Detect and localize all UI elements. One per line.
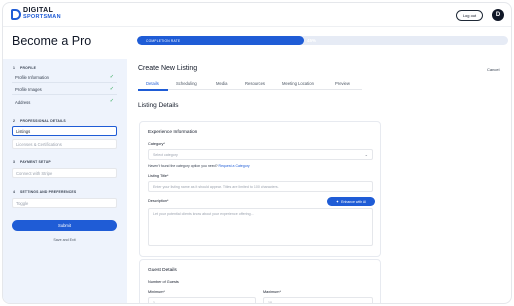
number-of-guests-label: Number of Guests (148, 280, 179, 284)
listing-details-title: Listing Details (138, 102, 179, 109)
logout-button[interactable]: Log out (456, 10, 483, 21)
sidebar: 1 PROFILE Profile Information ✓ Profile I… (3, 59, 127, 303)
section-payment-title: 3 PAYMENT SETUP (13, 160, 51, 164)
progress-label: COMPLETION RATE (146, 38, 181, 43)
main-title: Create New Listing (138, 65, 198, 72)
category-label: Category* (148, 142, 165, 146)
sidebar-item-listings[interactable]: Listings (12, 126, 117, 136)
check-icon: ✓ (109, 74, 114, 80)
sidebar-item-address[interactable]: Address ✓ (12, 97, 117, 107)
avatar[interactable]: D (492, 9, 504, 21)
submit-button[interactable]: Submit (12, 220, 117, 231)
section-professional-title: 2 PROFESSIONAL DETAILS (13, 119, 66, 123)
category-hint: Haven't found the category option you ne… (148, 164, 250, 168)
cancel-link[interactable]: Cancel (487, 67, 499, 72)
section-settings-title: 4 SETTINGS AND PREFERENCES (13, 190, 77, 194)
sparkle-icon: ✦ (335, 199, 340, 204)
enhance-with-ai-button[interactable]: ✦ Enhance with AI (327, 197, 375, 206)
description-textarea[interactable]: Let your potential clients know about yo… (148, 208, 373, 246)
tab-details[interactable]: Details (146, 81, 159, 86)
guest-details-card: Guest Details Number of Guests Minimum* … (139, 259, 381, 303)
maximum-guests-input[interactable]: 10 (263, 297, 373, 303)
sidebar-item-profile-images[interactable]: Profile Images ✓ (12, 85, 117, 95)
logo-mark-icon (11, 8, 21, 20)
description-label: Description* (148, 199, 169, 203)
guest-details-heading: Guest Details (148, 268, 177, 273)
tab-resources[interactable]: Resources (245, 81, 265, 86)
experience-card: Experience Information Category* Select … (139, 121, 381, 257)
minimum-guests-input[interactable]: 1 (148, 297, 256, 303)
sidebar-item-connect-stripe[interactable]: Connect with Stripe (12, 168, 117, 178)
check-icon: ✓ (109, 98, 114, 104)
tab-bar: Details Scheduling Media Resources Meeti… (138, 79, 362, 91)
request-category-link[interactable]: Request a Category (219, 164, 250, 168)
tab-preview[interactable]: Preview (335, 81, 350, 86)
active-tab-indicator (138, 89, 168, 91)
logo-line-2: SPORTSMAN (23, 14, 61, 20)
save-and-exit-link[interactable]: Save and Exit (12, 238, 117, 242)
tab-scheduling[interactable]: Scheduling (176, 81, 197, 86)
chevron-down-icon: ⌄ (364, 152, 368, 157)
logo[interactable]: DIGITAL SPORTSMAN (11, 7, 61, 20)
category-select[interactable]: Select category ⌄ (148, 149, 373, 160)
listing-title-label: Listing Title* (148, 174, 169, 178)
top-bar: DIGITAL SPORTSMAN Log out D (3, 3, 511, 27)
listing-title-input[interactable]: Enter your listing name as it should app… (148, 181, 373, 192)
check-icon: ✓ (109, 86, 114, 92)
completion-progress-bar: COMPLETION RATE 45% (137, 36, 508, 45)
app-frame: DIGITAL SPORTSMAN Log out D Become a Pro… (2, 2, 512, 304)
experience-heading: Experience Information (148, 130, 198, 135)
sidebar-item-toggle[interactable]: Toggle (12, 198, 117, 208)
progress-percent: 45% (307, 38, 317, 43)
sidebar-item-profile-information[interactable]: Profile Information ✓ (12, 73, 117, 83)
minimum-label: Minimum* (148, 290, 165, 294)
tab-meeting-location[interactable]: Meeting Location (282, 81, 314, 86)
maximum-label: Maximum* (263, 290, 281, 294)
sidebar-item-licenses[interactable]: Licenses & Certifications (12, 139, 117, 149)
page-title: Become a Pro (12, 34, 92, 48)
tab-media[interactable]: Media (216, 81, 227, 86)
section-profile-title: 1 PROFILE (13, 66, 37, 70)
